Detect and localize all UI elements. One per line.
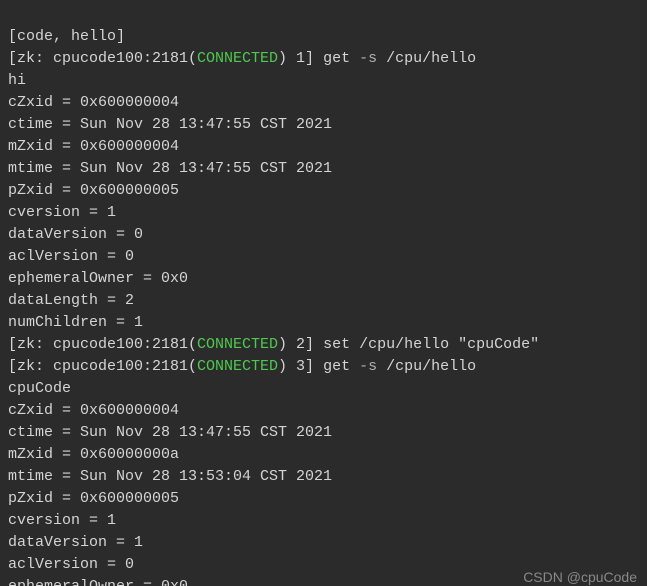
stat-czxid: cZxid = 0x600000004 — [8, 402, 179, 419]
stat-datalength: dataLength = 2 — [8, 292, 134, 309]
stat-dataversion: dataVersion = 0 — [8, 226, 143, 243]
stat-cversion: cversion = 1 — [8, 512, 116, 529]
status-connected: CONNECTED — [197, 50, 278, 67]
stat-mzxid: mZxid = 0x600000004 — [8, 138, 179, 155]
watermark: CSDN @cpuCode — [523, 566, 637, 586]
stat-aclversion: aclVersion = 0 — [8, 556, 134, 573]
stat-ctime: ctime = Sun Nov 28 13:47:55 CST 2021 — [8, 116, 332, 133]
node-value: cpuCode — [8, 380, 71, 397]
prompt-line-1: [zk: cpucode100:2181(CONNECTED) 1] get -… — [8, 50, 476, 67]
stat-pzxid: pZxid = 0x600000005 — [8, 182, 179, 199]
status-connected: CONNECTED — [197, 358, 278, 375]
stat-ephemeralowner: ephemeralOwner = 0x0 — [8, 270, 188, 287]
terminal-window[interactable]: [code, hello] [zk: cpucode100:2181(CONNE… — [0, 0, 647, 586]
stat-ctime: ctime = Sun Nov 28 13:47:55 CST 2021 — [8, 424, 332, 441]
prompt-line-2: [zk: cpucode100:2181(CONNECTED) 2] set /… — [8, 336, 539, 353]
stat-pzxid: pZxid = 0x600000005 — [8, 490, 179, 507]
node-value: hi — [8, 72, 26, 89]
stat-mtime: mtime = Sun Nov 28 13:47:55 CST 2021 — [8, 160, 332, 177]
stat-aclversion: aclVersion = 0 — [8, 248, 134, 265]
stat-numchildren: numChildren = 1 — [8, 314, 143, 331]
stat-ephemeralowner: ephemeralOwner = 0x0 — [8, 578, 188, 586]
stat-mzxid: mZxid = 0x60000000a — [8, 446, 179, 463]
stat-dataversion: dataVersion = 1 — [8, 534, 143, 551]
stat-mtime: mtime = Sun Nov 28 13:53:04 CST 2021 — [8, 468, 332, 485]
flag: -s — [359, 50, 377, 67]
prompt-line-3: [zk: cpucode100:2181(CONNECTED) 3] get -… — [8, 358, 476, 375]
stat-czxid: cZxid = 0x600000004 — [8, 94, 179, 111]
status-connected: CONNECTED — [197, 336, 278, 353]
header-line: [code, hello] — [8, 28, 125, 45]
flag: -s — [359, 358, 377, 375]
stat-cversion: cversion = 1 — [8, 204, 116, 221]
